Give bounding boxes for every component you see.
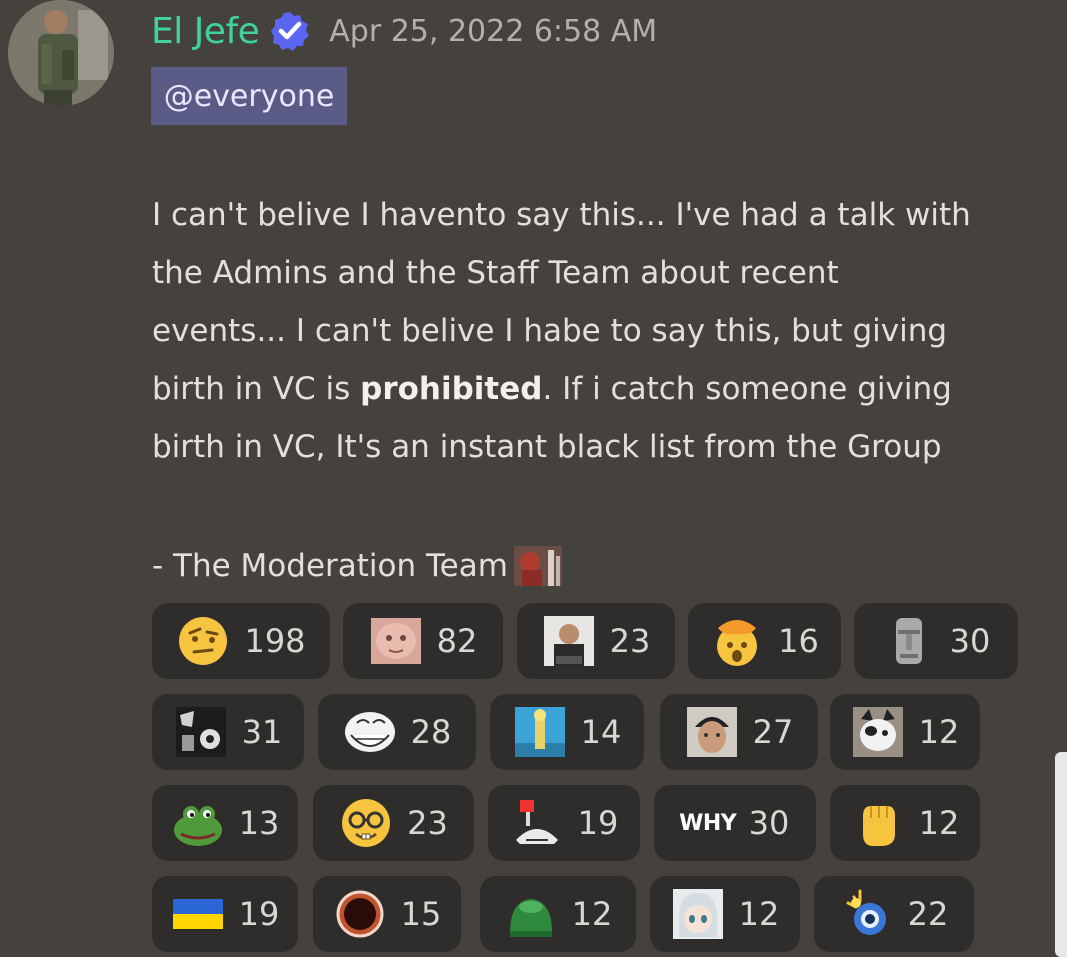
reaction-count: 19 [577, 804, 619, 842]
message-text: birth in VC is [152, 371, 361, 407]
message-body: I can't belive I havento say this... I'v… [152, 186, 1052, 476]
reaction-button[interactable]: 27 [660, 694, 818, 770]
reaction-count: 13 [238, 804, 280, 842]
ukraine-flag-emoji [171, 887, 225, 941]
custom-cat-emoji [851, 705, 905, 759]
reaction-button[interactable]: 12 [480, 876, 636, 952]
raised-eyebrow-emoji [176, 614, 230, 668]
custom-anime-emoji [671, 887, 725, 941]
scrollbar[interactable] [1055, 752, 1067, 957]
raised-fist-emoji [851, 796, 905, 850]
reaction-count: 27 [752, 713, 794, 751]
reaction-count: 12 [918, 713, 960, 751]
reaction-count: 31 [241, 713, 283, 751]
exploding-head-emoji [710, 614, 764, 668]
reaction-button[interactable]: 13 [152, 785, 298, 861]
reaction-count: 12 [918, 804, 960, 842]
reaction-button[interactable]: 31 [152, 694, 304, 770]
reaction-button[interactable]: WHY 30 [654, 785, 816, 861]
reaction-count: 23 [407, 804, 448, 842]
reaction-button[interactable]: 30 [854, 603, 1018, 679]
why-text-emoji: WHY [679, 796, 737, 850]
reaction-button[interactable]: 23 [313, 785, 474, 861]
reaction-count: 19 [238, 895, 280, 933]
reaction-button[interactable]: 198 [152, 603, 330, 679]
reaction-count: 14 [580, 713, 622, 751]
reaction-button[interactable]: 15 [313, 876, 461, 952]
reaction-count: 82 [436, 622, 478, 660]
reaction-button[interactable]: 12 [830, 694, 980, 770]
reaction-button[interactable]: 22 [814, 876, 974, 952]
custom-cartoon-emoji [513, 705, 567, 759]
nerd-face-emoji [339, 796, 393, 850]
reaction-button[interactable]: 82 [343, 603, 503, 679]
reaction-count: 12 [571, 895, 613, 933]
reaction-count: 30 [748, 804, 790, 842]
message-header: El Jefe Apr 25, 2022 6:58 AM [151, 6, 657, 56]
custom-beanie-emoji [685, 705, 739, 759]
custom-bw-emoji [174, 705, 228, 759]
pepe-frog-emoji [171, 796, 225, 850]
why-text-label: WHY [679, 810, 737, 836]
reaction-button[interactable]: 12 [830, 785, 980, 861]
message-line: I can't belive I havento say this... I'v… [152, 197, 971, 233]
message-line: events... I can't belive I habe to say t… [152, 313, 948, 349]
reaction-button[interactable]: 19 [488, 785, 640, 861]
custom-bomb-emoji [840, 887, 894, 941]
reaction-count: 16 [778, 622, 819, 660]
author-name[interactable]: El Jefe [151, 11, 260, 52]
message-timestamp[interactable]: Apr 25, 2022 6:58 AM [329, 14, 657, 49]
reaction-count: 28 [410, 713, 452, 751]
verified-check-icon [271, 12, 310, 51]
reaction-count: 30 [949, 622, 991, 660]
reaction-count: 12 [738, 895, 780, 933]
custom-ring-emoji [333, 887, 387, 941]
reaction-count: 15 [400, 895, 442, 933]
reaction-button[interactable]: 16 [688, 603, 841, 679]
custom-emoji-icon[interactable] [513, 546, 562, 586]
reaction-button[interactable]: 14 [490, 694, 644, 770]
reaction-count: 23 [609, 622, 651, 660]
signature-text: - The Moderation Team [152, 548, 508, 584]
reaction-count: 22 [907, 895, 949, 933]
custom-green-blob-emoji [504, 887, 558, 941]
reaction-button[interactable]: 23 [517, 603, 675, 679]
avatar[interactable] [8, 0, 114, 106]
reaction-count: 198 [244, 622, 306, 660]
message-line: birth in VC is prohibited. If i catch so… [152, 371, 952, 407]
message-text: . If i catch someone giving [542, 371, 952, 407]
bold-text: prohibited [360, 371, 543, 407]
reaction-button[interactable]: 19 [152, 876, 298, 952]
reaction-button[interactable]: 28 [318, 694, 476, 770]
message-line: the Admins and the Staff Team about rece… [152, 255, 839, 291]
custom-man-photo-emoji [542, 614, 596, 668]
custom-face-emoji [369, 614, 423, 668]
signature: - The Moderation Team [152, 537, 562, 595]
trollface-emoji [343, 705, 397, 759]
custom-phone-emoji [510, 796, 564, 850]
moai-emoji [882, 614, 936, 668]
avatar-soldier-image [8, 0, 114, 106]
everyone-mention[interactable]: @everyone [151, 67, 347, 125]
reaction-button[interactable]: 12 [650, 876, 800, 952]
message-line: birth in VC, It's an instant black list … [152, 429, 942, 465]
